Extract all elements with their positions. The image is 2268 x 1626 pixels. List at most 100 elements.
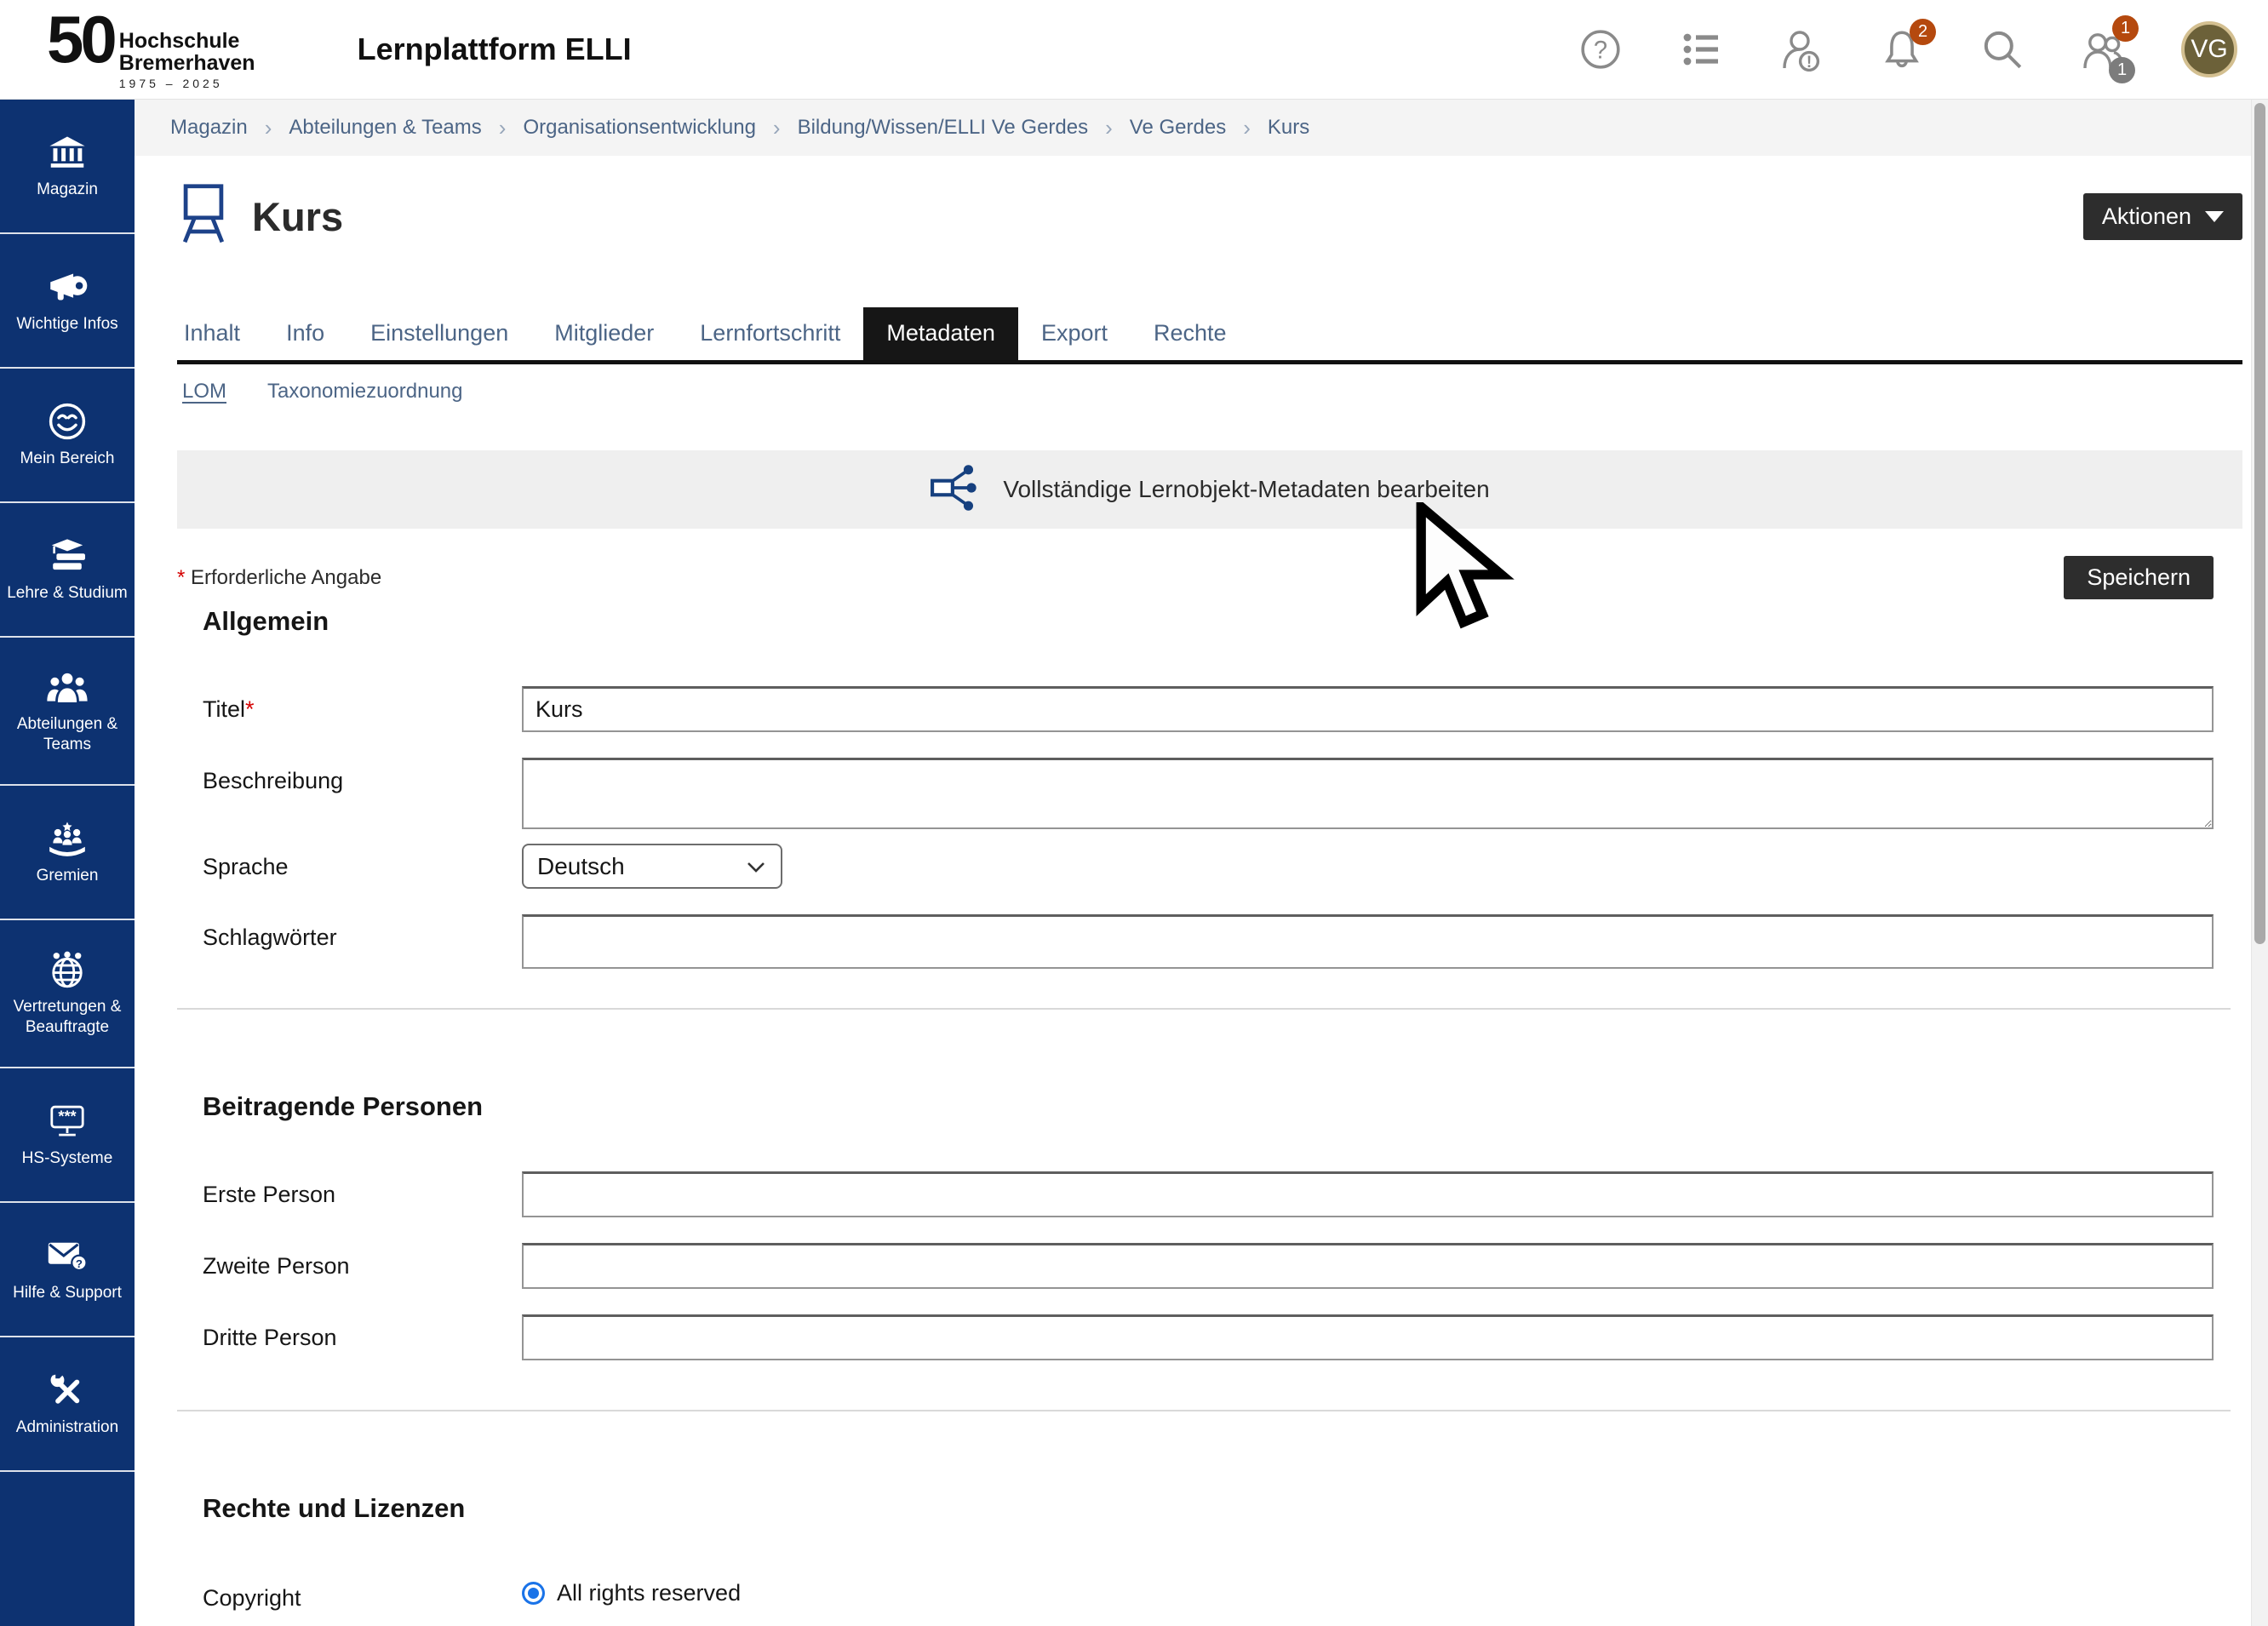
titel-label: Titel* xyxy=(203,686,522,732)
breadcrumb-item-magazin[interactable]: Magazin xyxy=(170,116,248,140)
section-divider xyxy=(177,1410,2231,1411)
sidebar-item-hs-systeme[interactable]: *** HS-Systeme xyxy=(0,1068,135,1203)
committee-hand-icon xyxy=(46,819,89,858)
sprache-select-value: Deutsch xyxy=(537,853,745,880)
vertical-scrollbar[interactable] xyxy=(2251,100,2268,1626)
edit-full-metadata-label: Vollständige Lernobjekt-Metadaten bearbe… xyxy=(1003,476,1489,503)
required-star: * xyxy=(177,566,185,589)
contacts-badge-bottom: 1 xyxy=(2109,57,2135,83)
help-icon[interactable]: ? xyxy=(1578,27,1623,72)
sidebar-item-label: HS-Systeme xyxy=(22,1148,113,1169)
sidebar-item-label: Hilfe & Support xyxy=(13,1283,122,1303)
chevron-down-icon xyxy=(745,853,767,880)
tab-rechte[interactable]: Rechte xyxy=(1131,307,1250,360)
breadcrumb: Magazin › Abteilungen & Teams › Organisa… xyxy=(135,100,2268,156)
caret-down-icon xyxy=(2205,211,2224,222)
user-avatar[interactable]: VG xyxy=(2181,21,2237,77)
sidebar-item-abteilungen-teams[interactable]: Abteilungen & Teams xyxy=(0,638,135,786)
tab-export[interactable]: Export xyxy=(1018,307,1131,360)
zweite-person-label: Zweite Person xyxy=(203,1243,522,1289)
list-menu-icon[interactable] xyxy=(1679,27,1723,72)
tab-bar: Inhalt Info Einstellungen Mitglieder Ler… xyxy=(177,307,2242,364)
course-easel-icon xyxy=(177,182,230,251)
sidebar-item-label: Mein Bereich xyxy=(20,449,115,469)
copyright-option-label: All rights reserved xyxy=(557,1580,741,1606)
logo-name-line1: Hochschule xyxy=(119,30,255,52)
main-sidebar: Magazin Wichtige Infos xyxy=(0,100,135,1626)
speichern-button[interactable]: Speichern xyxy=(2064,556,2214,599)
section-title-allgemein: Allgemein xyxy=(177,606,2242,637)
schlagwoerter-input[interactable] xyxy=(522,914,2214,969)
sidebar-item-label: Abteilungen & Teams xyxy=(3,714,131,755)
breadcrumb-item-kurs[interactable]: Kurs xyxy=(1268,116,1309,140)
sidebar-item-administration[interactable]: Administration xyxy=(0,1337,135,1472)
sidebar-item-label: Lehre & Studium xyxy=(7,583,128,604)
tab-lernfortschritt[interactable]: Lernfortschritt xyxy=(677,307,863,360)
breadcrumb-item-bildung-wissen[interactable]: Bildung/Wissen/ELLI Ve Gerdes xyxy=(798,116,1089,140)
svg-text:?: ? xyxy=(1594,37,1607,64)
required-note: * Erforderliche Angabe xyxy=(177,566,381,590)
sidebar-item-magazin[interactable]: Magazin xyxy=(0,100,135,234)
subtab-lom[interactable]: LOM xyxy=(182,380,226,406)
tab-metadaten[interactable]: Metadaten xyxy=(863,307,1018,360)
aktionen-button-label: Aktionen xyxy=(2102,203,2191,230)
tools-icon xyxy=(48,1371,87,1410)
sidebar-item-label: Administration xyxy=(16,1417,118,1438)
chevron-right-icon: › xyxy=(265,115,272,141)
breadcrumb-item-ve-gerdes[interactable]: Ve Gerdes xyxy=(1130,116,1226,140)
logo-name-line2: Bremerhaven xyxy=(119,52,255,74)
beschreibung-textarea[interactable] xyxy=(522,758,2214,829)
svg-text:?: ? xyxy=(76,1257,83,1270)
tab-mitglieder[interactable]: Mitglieder xyxy=(531,307,677,360)
titel-input[interactable] xyxy=(522,686,2214,732)
mail-question-icon: ? xyxy=(46,1236,89,1275)
chevron-right-icon: › xyxy=(1105,115,1113,141)
edit-full-metadata-banner[interactable]: Vollständige Lernobjekt-Metadaten bearbe… xyxy=(177,450,2242,529)
tab-einstellungen[interactable]: Einstellungen xyxy=(347,307,531,360)
erste-person-input[interactable] xyxy=(522,1171,2214,1217)
sidebar-item-label: Gremien xyxy=(37,866,99,886)
hochschule-bremerhaven-logo: 50 Hochschule Bremerhaven 1975 – 2025 xyxy=(47,9,255,90)
notifications-bell-icon[interactable]: 2 xyxy=(1880,27,1924,72)
sprache-select[interactable]: Deutsch xyxy=(522,844,782,889)
logo-50: 50 xyxy=(47,9,114,69)
beschreibung-label: Beschreibung xyxy=(203,758,522,833)
sidebar-item-gremien[interactable]: Gremien xyxy=(0,786,135,920)
sidebar-item-hilfe-support[interactable]: ? Hilfe & Support xyxy=(0,1203,135,1337)
dritte-person-label: Dritte Person xyxy=(203,1314,522,1360)
people-group-icon xyxy=(46,667,89,707)
sprache-label: Sprache xyxy=(203,844,522,889)
zweite-person-input[interactable] xyxy=(522,1243,2214,1289)
sidebar-item-label: Magazin xyxy=(37,180,98,200)
user-alert-icon[interactable]: ! xyxy=(1779,27,1824,72)
svg-text:***: *** xyxy=(58,1108,77,1125)
tab-inhalt[interactable]: Inhalt xyxy=(177,307,263,360)
sidebar-item-lehre-studium[interactable]: Lehre & Studium xyxy=(0,503,135,638)
speichern-button-label: Speichern xyxy=(2087,564,2191,591)
breadcrumb-item-abteilungen[interactable]: Abteilungen & Teams xyxy=(289,116,481,140)
subtab-taxonomiezuordnung[interactable]: Taxonomiezuordnung xyxy=(267,380,463,406)
section-divider xyxy=(177,1008,2231,1010)
aktionen-button[interactable]: Aktionen xyxy=(2083,193,2242,240)
dritte-person-input[interactable] xyxy=(522,1314,2214,1360)
megaphone-icon xyxy=(47,267,88,306)
logo-years: 1975 – 2025 xyxy=(119,77,255,90)
copyright-radio-selected[interactable] xyxy=(522,1582,545,1605)
avatar-initials: VG xyxy=(2191,35,2227,64)
metadata-hub-icon xyxy=(930,465,982,515)
monitor-password-icon: *** xyxy=(47,1102,88,1141)
sidebar-item-vertretungen-beauftragte[interactable]: Vertretungen & Beauftragte xyxy=(0,920,135,1068)
notifications-badge: 2 xyxy=(1910,19,1936,45)
schlagwoerter-label: Schlagwörter xyxy=(203,914,522,969)
breadcrumb-item-organisationsentwicklung[interactable]: Organisationsentwicklung xyxy=(523,116,755,140)
section-title-rechte-lizenzen: Rechte und Lizenzen xyxy=(177,1493,2242,1524)
sidebar-item-mein-bereich[interactable]: Mein Bereich xyxy=(0,369,135,503)
tab-info[interactable]: Info xyxy=(263,307,347,360)
scrollbar-thumb[interactable] xyxy=(2254,103,2265,944)
search-icon[interactable] xyxy=(1980,27,2025,72)
contacts-users-icon[interactable]: 1 1 xyxy=(2081,27,2125,72)
sidebar-filler xyxy=(0,1472,135,1626)
sidebar-item-wichtige-infos[interactable]: Wichtige Infos xyxy=(0,234,135,369)
sidebar-item-label: Wichtige Infos xyxy=(16,314,117,335)
bank-building-icon xyxy=(49,133,86,172)
